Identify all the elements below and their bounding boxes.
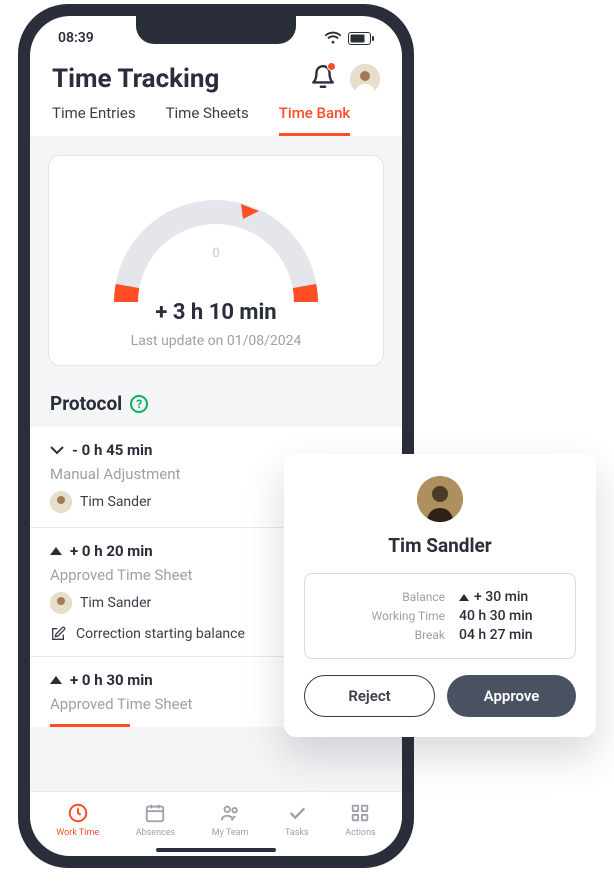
gauge-pointer-icon [241,204,259,224]
gauge-arc-icon [91,174,341,304]
team-icon [219,802,241,824]
clock-icon [67,802,89,824]
status-icons [324,31,374,45]
help-icon[interactable]: ? [130,395,148,413]
protocol-delta: + 0 h 20 min [70,542,153,560]
status-time: 08:39 [58,30,94,46]
tab-time-sheets[interactable]: Time Sheets [166,104,249,136]
stat-working-label: Working Time [321,609,459,623]
user-avatar-icon [50,592,72,614]
gauge-zero-label: 0 [212,246,219,261]
tab-time-entries[interactable]: Time Entries [52,104,136,136]
arrow-up-icon [459,594,469,601]
gauge-subtitle: Last update on 01/08/2024 [61,333,371,349]
wifi-icon [324,31,342,45]
header: Time Tracking [30,52,402,104]
stat-break-value: 04 h 27 min [459,627,533,643]
stat-break-label: Break [321,628,459,642]
nav-work-time[interactable]: Work Time [56,802,99,838]
popup-user-name: Tim Sandler [304,534,576,557]
nav-label: Tasks [285,828,309,838]
notification-dot-icon [327,62,336,71]
page-title: Time Tracking [52,64,219,94]
nav-absences[interactable]: Absences [136,802,175,838]
protocol-user: Tim Sander [80,595,151,611]
phone-frame: 08:39 Time Tracking Time Entries Time Sh… [18,4,414,868]
protocol-user: Tim Sander [80,494,151,510]
protocol-delta: + 0 h 30 min [70,671,153,689]
nav-actions[interactable]: Actions [345,802,375,838]
reject-button[interactable]: Reject [304,675,435,717]
protocol-title: Protocol [50,392,122,415]
stat-working-value: 40 h 30 min [459,608,533,624]
check-icon [286,802,308,824]
popup-avatar [417,476,463,522]
notch [136,16,296,44]
grid-icon [349,802,371,824]
calendar-icon [144,802,166,824]
time-bank-gauge-card: 0 + 3 h 10 min Last update on 01/08/2024 [48,155,384,366]
profile-avatar[interactable] [350,64,380,94]
edit-icon [50,626,66,642]
arrow-up-icon [50,547,62,555]
tab-time-bank[interactable]: Time Bank [279,104,351,136]
approve-button[interactable]: Approve [447,675,576,717]
stat-balance-label: Balance [321,590,459,604]
nav-label: My Team [212,828,249,838]
arrow-up-icon [50,676,62,684]
protocol-correction: Correction starting balance [76,626,245,642]
nav-label: Absences [136,828,175,838]
protocol-delta: - 0 h 45 min [72,441,152,459]
approval-popup: Tim Sandler Balance + 30 min Working Tim… [284,454,596,737]
protocol-header: Protocol ? [30,378,402,427]
chevron-down-icon [50,441,64,459]
home-indicator[interactable] [156,848,276,852]
stat-balance-value: + 30 min [474,589,528,605]
user-avatar-icon [50,491,72,513]
bottom-nav: Work Time Absences My Team Tasks Actions [30,791,402,842]
scroll-indicator [50,724,130,727]
tabs: Time Entries Time Sheets Time Bank [30,104,402,137]
nav-tasks[interactable]: Tasks [285,802,309,838]
nav-my-team[interactable]: My Team [212,802,249,838]
battery-icon [348,32,374,45]
nav-label: Work Time [56,828,99,838]
nav-label: Actions [345,828,375,838]
notifications-button[interactable] [310,64,336,94]
popup-stats: Balance + 30 min Working Time 40 h 30 mi… [304,573,576,659]
